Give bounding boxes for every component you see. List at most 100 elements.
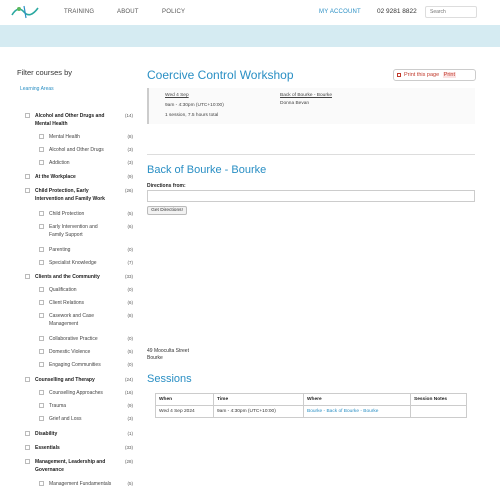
filter-item[interactable]: Alcohol and Other Drugs (3) [39, 146, 133, 154]
filter-label: Mental Health [49, 134, 80, 140]
filter-label: Early Intervention and Family Support [49, 224, 98, 238]
filter-count: (9) [127, 403, 134, 408]
filter-label: Counselling and Therapy [35, 377, 95, 383]
nav-my-account[interactable]: MY ACCOUNT [319, 9, 361, 15]
print-button[interactable]: Print this page Print [393, 69, 476, 81]
filter-item[interactable]: Engaging Communities (0) [39, 361, 133, 369]
nav-policy[interactable]: POLICY [162, 9, 185, 15]
filter-item[interactable]: Essentials (33) [25, 444, 133, 452]
map-area[interactable] [147, 218, 475, 343]
checkbox[interactable] [39, 287, 44, 292]
table-header-row: When Time Where Session Notes [155, 393, 467, 406]
filter-count: (0) [127, 247, 134, 252]
nav-about[interactable]: ABOUT [117, 9, 139, 15]
checkbox[interactable] [39, 211, 44, 216]
checkbox[interactable] [39, 147, 44, 152]
filter-item[interactable]: Trauma (9) [39, 402, 133, 410]
filter-label: Parenting [49, 247, 71, 253]
cell-where-link[interactable]: Bourke - Back of Bourke - Bourke [303, 405, 411, 418]
site-logo[interactable] [10, 3, 40, 21]
printer-icon [397, 73, 401, 77]
filter-label: Essentials [35, 445, 60, 451]
search-input[interactable] [425, 6, 477, 18]
filter-item[interactable]: Specialist Knowledge (7) [39, 259, 133, 267]
filter-item[interactable]: Child Protection, Early Intervention and… [25, 187, 133, 203]
print-label: Print this page [404, 72, 440, 78]
filter-item[interactable]: Grief and Loss (3) [39, 415, 133, 423]
filter-count: (16) [124, 390, 133, 395]
checkbox[interactable] [39, 362, 44, 367]
presenter-name: Donna Bevan [280, 101, 310, 106]
filter-count: (28) [124, 459, 133, 464]
filter-count: (5) [127, 349, 134, 354]
checkbox[interactable] [39, 160, 44, 165]
filter-count: (26) [124, 188, 133, 193]
checkbox[interactable] [39, 416, 44, 421]
filter-count: (3) [127, 147, 134, 152]
filter-count: (33) [124, 274, 133, 279]
checkbox[interactable] [39, 247, 44, 252]
filter-item[interactable]: Domestic Violence (5) [39, 348, 133, 356]
checkbox[interactable] [25, 459, 30, 464]
filter-count: (1) [127, 431, 134, 436]
sessions-table: When Time Where Session Notes Wed 4 Sep … [155, 393, 467, 418]
venue-title: Back of Bourke - Bourke [147, 164, 267, 176]
filter-count: (8) [127, 134, 134, 139]
filter-count: (0) [127, 287, 134, 292]
nav-training[interactable]: TRAINING [64, 9, 94, 15]
checkbox[interactable] [39, 336, 44, 341]
checkbox[interactable] [25, 445, 30, 450]
checkbox[interactable] [25, 377, 30, 382]
session-date: Wed 4 Sep [165, 93, 189, 98]
checkbox[interactable] [39, 403, 44, 408]
filter-item[interactable]: Qualification (0) [39, 286, 133, 294]
print-word: Print [442, 72, 457, 78]
checkbox[interactable] [39, 349, 44, 354]
filter-item[interactable]: Casework and Case Management (8) [39, 312, 133, 328]
checkbox[interactable] [39, 260, 44, 265]
checkbox[interactable] [25, 113, 30, 118]
table-row: Wed 4 Sep 2024 9am - 4:30pm (UTC+10:00) … [155, 405, 467, 418]
filter-count: (6) [127, 224, 134, 229]
filter-item[interactable]: Counselling and Therapy (24) [25, 376, 133, 384]
checkbox[interactable] [25, 431, 30, 436]
filter-label: Domestic Violence [49, 349, 91, 355]
filter-item[interactable]: Mental Health (8) [39, 133, 133, 141]
filter-item[interactable]: Addiction (3) [39, 159, 133, 167]
checkbox[interactable] [39, 390, 44, 395]
checkbox[interactable] [39, 313, 44, 318]
filter-item[interactable]: Child Protection (5) [39, 210, 133, 218]
filter-label: Counselling Approaches [49, 390, 103, 396]
filter-item[interactable]: Management Fundamentals (5) [39, 480, 133, 488]
get-directions-button[interactable]: Get Directions! [147, 206, 187, 215]
checkbox[interactable] [39, 300, 44, 305]
venue-link[interactable]: Back of Bourke - Bourke [280, 93, 332, 98]
filter-label: Management Fundamentals [49, 481, 112, 487]
checkbox[interactable] [25, 188, 30, 193]
filter-count: (33) [124, 445, 133, 450]
filter-item[interactable]: Clients and the Community (33) [25, 273, 133, 281]
filter-item[interactable]: Collaborative Practice (0) [39, 335, 133, 343]
filter-item[interactable]: Client Relations (6) [39, 299, 133, 307]
filter-count: (7) [127, 260, 134, 265]
directions-input[interactable] [147, 190, 475, 202]
filter-item[interactable]: Management, Leadership and Governance (28… [25, 458, 133, 474]
checkbox[interactable] [39, 224, 44, 229]
filter-item[interactable]: Early Intervention and Family Support (6) [39, 223, 133, 239]
checkbox[interactable] [39, 134, 44, 139]
checkbox[interactable] [25, 174, 30, 179]
filter-item[interactable]: Alcohol and Other Drugs and Mental Healt… [25, 112, 133, 128]
section-divider [147, 154, 475, 155]
filter-count: (8) [127, 313, 134, 318]
filter-count: (3) [127, 416, 134, 421]
filter-item[interactable]: Parenting (0) [39, 246, 133, 254]
column-header: Session Notes [410, 393, 467, 406]
filter-item[interactable]: At the Workplace (9) [25, 173, 133, 181]
filter-item[interactable]: Counselling Approaches (16) [39, 389, 133, 397]
checkbox[interactable] [39, 481, 44, 486]
cell-time: 9am - 4:30pm (UTC+10:00) [213, 405, 304, 418]
learning-areas-link[interactable]: Learning Areas [20, 86, 54, 92]
filter-label: Disability [35, 431, 58, 437]
filter-item[interactable]: Disability (1) [25, 430, 133, 438]
checkbox[interactable] [25, 274, 30, 279]
